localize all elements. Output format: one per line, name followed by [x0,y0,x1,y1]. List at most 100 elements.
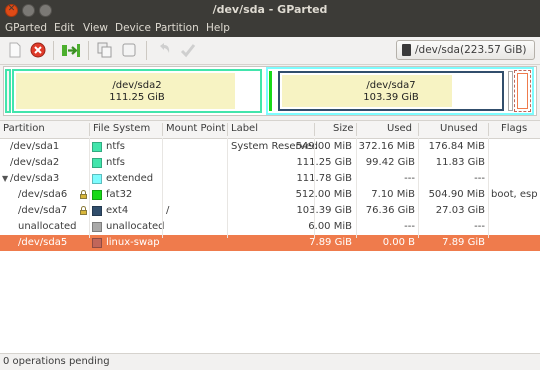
partition-name: /dev/sda3 [10,173,60,184]
table-row-sda2[interactable]: /dev/sda2 ntfs 111.25 GiB 99.42 GiB 11.8… [0,155,540,171]
map-partition-sda1[interactable] [5,69,11,113]
new-icon [9,42,21,58]
partition-name: unallocated [18,221,77,232]
partition-unused: 27.03 GiB [435,205,485,216]
partition-unused: --- [474,221,485,232]
partition-size: 512.00 MiB [295,189,352,200]
toolbar-separator [146,41,147,60]
map-partition-sda5[interactable] [514,70,531,112]
new-partition-button[interactable] [6,41,24,59]
resize-move-icon [62,44,80,57]
column-gridline [314,138,315,238]
copy-button[interactable] [96,41,114,59]
menu-device[interactable]: Device [115,22,151,34]
menu-gparted[interactable]: GParted [5,22,47,34]
map-partition-sda3[interactable]: /dev/sda7 103.39 GiB [266,67,534,115]
map-partition-sda2[interactable]: /dev/sda2 111.25 GiB [12,69,262,113]
filesystem-color-swatch [92,206,102,216]
filesystem-name: fat32 [106,189,133,200]
filesystem-name: linux-swap [106,237,160,248]
map-partition-sda6[interactable] [269,71,272,111]
column-divider [418,123,419,136]
table-header: Partition File System Mount Point Label … [0,121,540,139]
column-divider [162,123,163,136]
partition-used: --- [404,221,415,232]
column-header-used[interactable]: Used [387,123,412,134]
apply-icon [180,44,196,58]
column-header-size[interactable]: Size [333,123,354,134]
column-divider [488,123,489,136]
delete-icon [30,42,46,58]
resize-move-button[interactable] [60,41,80,59]
partition-name: /dev/sda2 [10,157,60,168]
column-header-mountpoint[interactable]: Mount Point [166,123,225,134]
partition-size: 111.25 GiB [296,157,352,168]
filesystem-name: ntfs [106,157,125,168]
map-sda7-name: /dev/sda7 [366,80,416,91]
map-sda7-size: 103.39 GiB [363,92,419,103]
device-name: /dev/sda [415,44,460,56]
apply-button[interactable] [179,41,197,59]
table-row-unallocated[interactable]: unallocated unallocated 6.00 MiB --- --- [0,219,540,235]
expander-triangle-icon[interactable]: ▼ [2,174,8,183]
menu-partition[interactable]: Partition [155,22,199,34]
partition-map: /dev/sda2 111.25 GiB /dev/sda7 103.39 Gi… [3,66,537,116]
map-unallocated[interactable] [508,71,513,111]
partition-table: Partition File System Mount Point Label … [0,120,540,354]
partition-size: 549.00 MiB [295,141,352,152]
filesystem-name: ext4 [106,205,129,216]
column-header-unused[interactable]: Unused [440,123,478,134]
partition-unused: 7.89 GiB [442,237,485,248]
status-text: 0 operations pending [3,356,110,367]
device-selector[interactable]: /dev/sda (223.57 GiB) [396,40,535,60]
column-header-label[interactable]: Label [231,123,258,134]
filesystem-color-swatch [92,222,102,232]
table-row-sda5[interactable]: /dev/sda5 linux-swap 7.89 GiB 0.00 B 7.8… [0,235,540,251]
menu-help[interactable]: Help [206,22,230,34]
partition-used: --- [404,173,415,184]
partition-flags: boot, esp [491,189,538,200]
filesystem-color-swatch [92,190,102,200]
column-header-filesystem[interactable]: File System [93,123,150,134]
table-row-sda3[interactable]: ▼ /dev/sda3 extended 111.78 GiB --- --- [0,171,540,187]
table-row-sda6[interactable]: /dev/sda6 fat32 512.00 MiB 7.10 MiB 504.… [0,187,540,203]
toolbar-separator [88,41,89,60]
column-divider [227,123,228,136]
column-gridline [356,138,357,238]
column-gridline [418,138,419,238]
partition-used: 0.00 B [382,237,415,248]
partition-name: /dev/sda6 [18,189,68,200]
copy-icon [97,42,112,58]
lock-icon [80,206,87,215]
partition-size: 7.89 GiB [309,237,352,248]
partition-name: /dev/sda7 [18,205,68,216]
filesystem-color-swatch [92,158,102,168]
menu-view[interactable]: View [83,22,108,34]
delete-partition-button[interactable] [29,41,47,59]
partition-used: 76.36 GiB [365,205,415,216]
column-divider [89,123,90,136]
filesystem-color-swatch [92,142,102,152]
table-row-sda7[interactable]: /dev/sda7 ext4 / 103.39 GiB 76.36 GiB 27… [0,203,540,219]
filesystem-name: unallocated [106,221,165,232]
column-gridline [162,138,163,238]
column-gridline [488,138,489,238]
undo-button[interactable] [155,41,173,59]
column-divider [356,123,357,136]
partition-used: 372.16 MiB [358,141,415,152]
partition-unused: 176.84 MiB [428,141,485,152]
paste-button[interactable] [120,41,138,59]
column-header-flags[interactable]: Flags [501,123,527,134]
selection-outline [517,73,528,109]
device-size: (223.57 GiB) [460,44,527,56]
paste-icon [122,43,136,57]
partition-name: /dev/sda1 [10,141,60,152]
disk-icon [402,44,411,56]
menu-bar: GParted Edit View Device Partition Help [0,21,540,37]
menu-edit[interactable]: Edit [54,22,74,34]
partition-used: 99.42 GiB [365,157,415,168]
table-row-sda1[interactable]: /dev/sda1 ntfs System Reserved 549.00 Mi… [0,139,540,155]
toolbar-separator [53,41,54,60]
map-partition-sda7[interactable]: /dev/sda7 103.39 GiB [278,71,504,111]
column-header-partition[interactable]: Partition [3,123,45,134]
